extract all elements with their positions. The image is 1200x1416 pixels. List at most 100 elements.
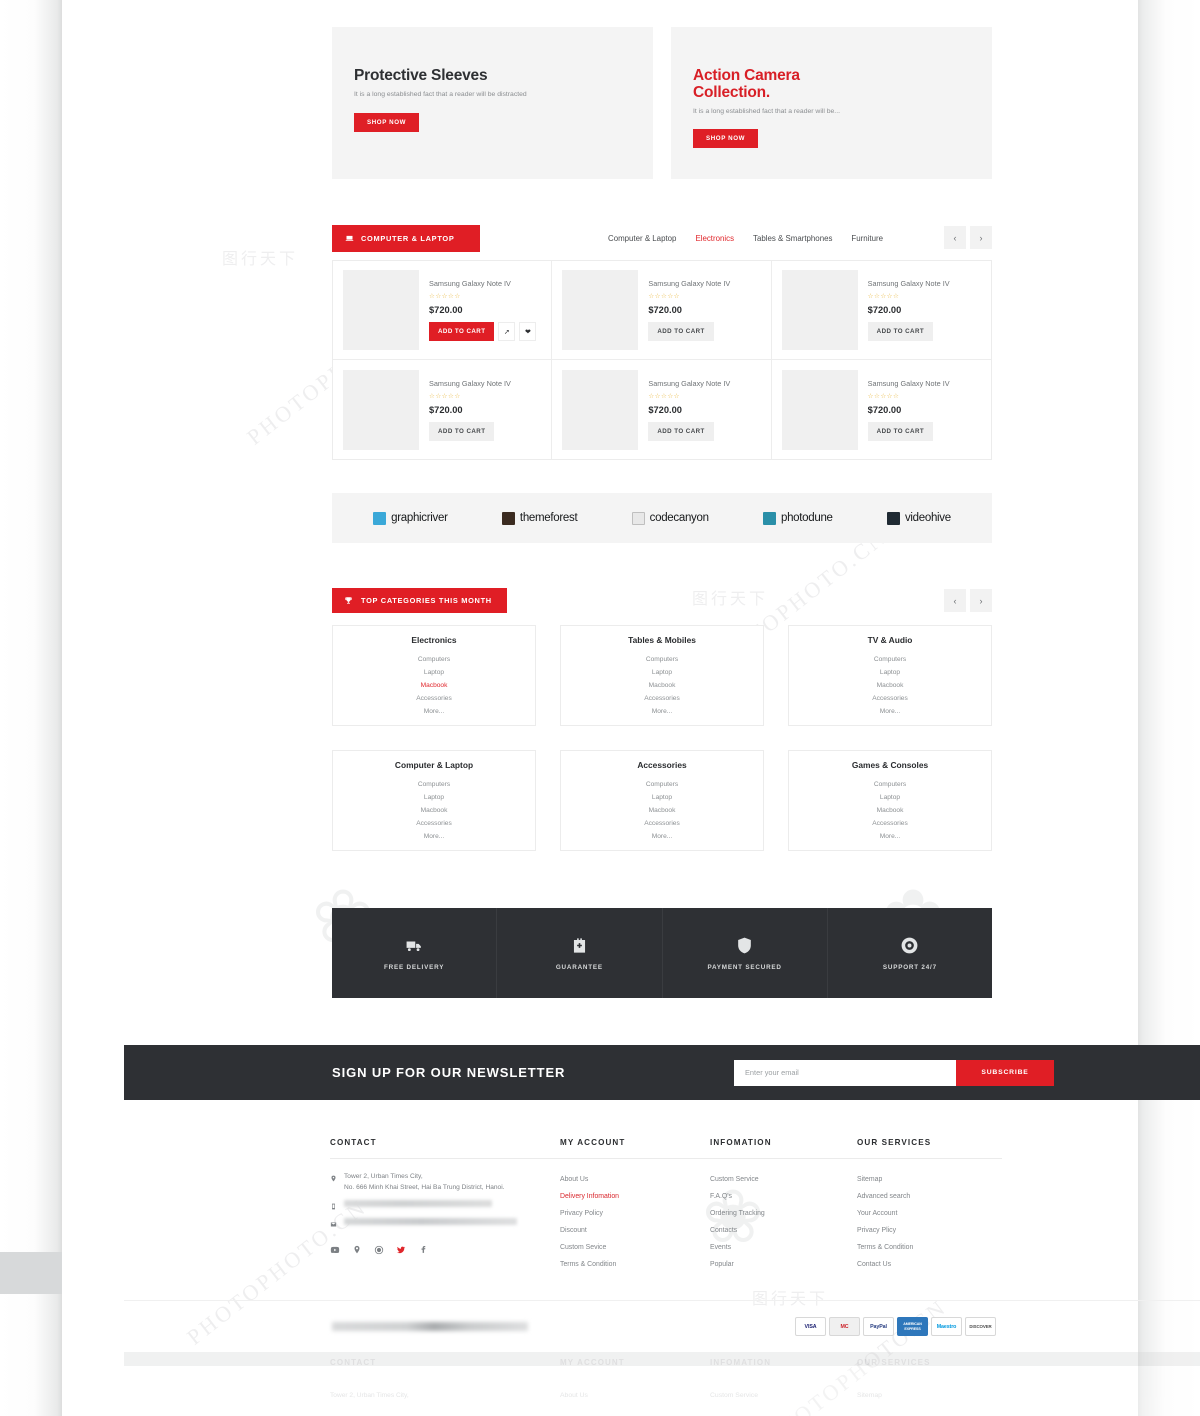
product-card[interactable]: Samsung Galaxy Note IV ☆☆☆☆☆ $720.00 ADD… xyxy=(771,261,991,360)
brand-photodune[interactable]: photodune xyxy=(762,511,833,525)
promo-card-action-camera[interactable]: Action Camera Collection. It is a long es… xyxy=(671,27,992,179)
footer-link[interactable]: Privacy Plicy xyxy=(857,1223,1002,1240)
category-link[interactable]: More... xyxy=(789,831,991,844)
category-link[interactable]: Laptop xyxy=(789,667,991,680)
category-link[interactable]: Accessories xyxy=(789,818,991,831)
category-link[interactable]: Macbook xyxy=(789,680,991,693)
category-card-tables-mobiles[interactable]: Tables & Mobiles Computers Laptop Macboo… xyxy=(560,625,764,726)
category-link[interactable]: Macbook xyxy=(561,680,763,693)
footer-link[interactable]: Delivery Infomation xyxy=(560,1189,710,1206)
category-link[interactable]: Computers xyxy=(561,779,763,792)
footer-link[interactable]: Terms & Condition xyxy=(560,1257,710,1274)
category-link[interactable]: More... xyxy=(789,706,991,719)
category-link[interactable]: Accessories xyxy=(561,818,763,831)
footer-link[interactable]: Your Account xyxy=(857,1206,1002,1223)
category-card-tv-audio[interactable]: TV & Audio Computers Laptop Macbook Acce… xyxy=(788,625,992,726)
product-card[interactable]: Samsung Galaxy Note IV ☆☆☆☆☆ $720.00 ADD… xyxy=(552,261,772,360)
service-guarantee[interactable]: GUARANTEE xyxy=(497,908,663,998)
brand-label: graphicriver xyxy=(391,512,448,524)
footer-link[interactable]: Events xyxy=(710,1240,857,1257)
footer-link[interactable]: Contacts xyxy=(710,1223,857,1240)
twitter-icon[interactable] xyxy=(396,1245,406,1255)
category-link[interactable]: Laptop xyxy=(333,792,535,805)
category-link[interactable]: Computers xyxy=(789,654,991,667)
category-link[interactable]: Computers xyxy=(333,654,535,667)
service-free-delivery[interactable]: FREE DELIVERY xyxy=(332,908,498,998)
category-link[interactable]: Laptop xyxy=(561,667,763,680)
category-link[interactable]: Laptop xyxy=(561,792,763,805)
category-card-electronics[interactable]: Electronics Computers Laptop Macbook Acc… xyxy=(332,625,536,726)
facebook-icon[interactable] xyxy=(418,1245,428,1255)
category-link[interactable]: Macbook xyxy=(333,805,535,818)
subscribe-button[interactable]: SUBSCRIBE xyxy=(956,1059,1054,1086)
category-link[interactable]: Accessories xyxy=(789,693,991,706)
add-to-cart-button[interactable]: ADD TO CART xyxy=(648,421,714,441)
brand-videohive[interactable]: videohive xyxy=(886,511,951,525)
newsletter-email-input[interactable] xyxy=(734,1059,956,1086)
add-to-cart-button[interactable]: ADD TO CART xyxy=(429,421,495,441)
carousel-next-button[interactable]: › xyxy=(970,589,992,612)
service-payment-secured[interactable]: PAYMENT SECURED xyxy=(663,908,828,998)
heart-icon[interactable]: ❤ xyxy=(519,322,537,341)
tab-tables-smartphones[interactable]: Tables & Smartphones xyxy=(753,234,832,243)
brand-codecanyon[interactable]: codecanyon xyxy=(631,511,709,525)
category-link[interactable]: Macbook xyxy=(561,805,763,818)
category-card-accessories[interactable]: Accessories Computers Laptop Macbook Acc… xyxy=(560,750,764,851)
footer-link[interactable]: Ordering Tracking xyxy=(710,1206,857,1223)
footer-link[interactable]: Advanced search xyxy=(857,1189,1002,1206)
tab-computer-laptop[interactable]: Computer & Laptop xyxy=(608,234,676,243)
shop-now-button[interactable]: SHOP NOW xyxy=(354,112,420,132)
footer-link[interactable]: Terms & Condition xyxy=(857,1240,1002,1257)
category-link[interactable]: Computers xyxy=(561,654,763,667)
service-label: PAYMENT SECURED xyxy=(707,963,782,971)
category-link[interactable]: Laptop xyxy=(789,792,991,805)
youtube-icon[interactable] xyxy=(330,1245,340,1255)
footer-link[interactable]: Sitemap xyxy=(857,1172,1002,1189)
add-to-cart-button[interactable]: ADD TO CART xyxy=(867,421,934,441)
category-link[interactable]: Macbook xyxy=(333,680,535,693)
tab-electronics[interactable]: Electronics xyxy=(695,234,734,243)
category-link[interactable]: Laptop xyxy=(333,667,535,680)
category-link[interactable]: Accessories xyxy=(333,693,535,706)
carousel-prev-button[interactable]: ‹ xyxy=(944,226,966,249)
promo-card-protective-sleeves[interactable]: Protective Sleeves It is a long establis… xyxy=(332,27,653,179)
carousel-next-button[interactable]: › xyxy=(970,226,992,249)
category-link[interactable]: More... xyxy=(333,831,535,844)
footer-link[interactable]: Custom Service xyxy=(710,1172,857,1189)
footer-link[interactable]: F.A.Q's xyxy=(710,1189,857,1206)
category-link[interactable]: Macbook xyxy=(789,805,991,818)
category-link[interactable]: Computers xyxy=(789,779,991,792)
paypal-icon: PayPal xyxy=(863,1317,894,1336)
footer-link[interactable]: About Us xyxy=(560,1172,710,1189)
footer-column-my-account: MY ACCOUNT About Us Delivery Infomation … xyxy=(560,1138,710,1273)
shop-now-button[interactable]: SHOP NOW xyxy=(693,129,759,149)
product-card[interactable]: Samsung Galaxy Note IV ☆☆☆☆☆ $720.00 ADD… xyxy=(333,261,553,360)
category-link[interactable]: Computers xyxy=(333,779,535,792)
service-support[interactable]: SUPPORT 24/7 xyxy=(828,908,992,998)
category-card-computer-laptop[interactable]: Computer & Laptop Computers Laptop Macbo… xyxy=(332,750,536,851)
category-link[interactable]: More... xyxy=(333,706,535,719)
footer-link[interactable]: Popular xyxy=(710,1257,857,1274)
category-link[interactable]: Accessories xyxy=(561,693,763,706)
footer-link[interactable]: Custom Sevice xyxy=(560,1240,710,1257)
category-link[interactable]: More... xyxy=(561,831,763,844)
product-card[interactable]: Samsung Galaxy Note IV ☆☆☆☆☆ $720.00 ADD… xyxy=(552,360,772,459)
product-card[interactable]: Samsung Galaxy Note IV ☆☆☆☆☆ $720.00 ADD… xyxy=(771,360,991,459)
add-to-cart-button[interactable]: ADD TO CART xyxy=(648,322,714,341)
product-card[interactable]: Samsung Galaxy Note IV ☆☆☆☆☆ $720.00 ADD… xyxy=(333,360,553,459)
category-link[interactable]: Accessories xyxy=(333,818,535,831)
add-to-cart-button[interactable]: ADD TO CART xyxy=(867,322,934,341)
vine-icon[interactable] xyxy=(352,1245,362,1255)
category-link[interactable]: More... xyxy=(561,706,763,719)
footer-link[interactable]: Contact Us xyxy=(857,1257,1002,1274)
dribbble-icon[interactable] xyxy=(374,1245,384,1255)
carousel-prev-button[interactable]: ‹ xyxy=(944,589,966,612)
brand-graphicriver[interactable]: graphicriver xyxy=(373,511,448,525)
category-card-games-consoles[interactable]: Games & Consoles Computers Laptop Macboo… xyxy=(788,750,992,851)
compare-icon[interactable]: ➚ xyxy=(498,322,516,341)
add-to-cart-button[interactable]: ADD TO CART xyxy=(429,322,495,341)
footer-link[interactable]: Discount xyxy=(560,1223,710,1240)
tab-furniture[interactable]: Furniture xyxy=(851,234,883,243)
footer-link[interactable]: Privacy Policy xyxy=(560,1206,710,1223)
brand-themeforest[interactable]: themeforest xyxy=(501,511,578,525)
